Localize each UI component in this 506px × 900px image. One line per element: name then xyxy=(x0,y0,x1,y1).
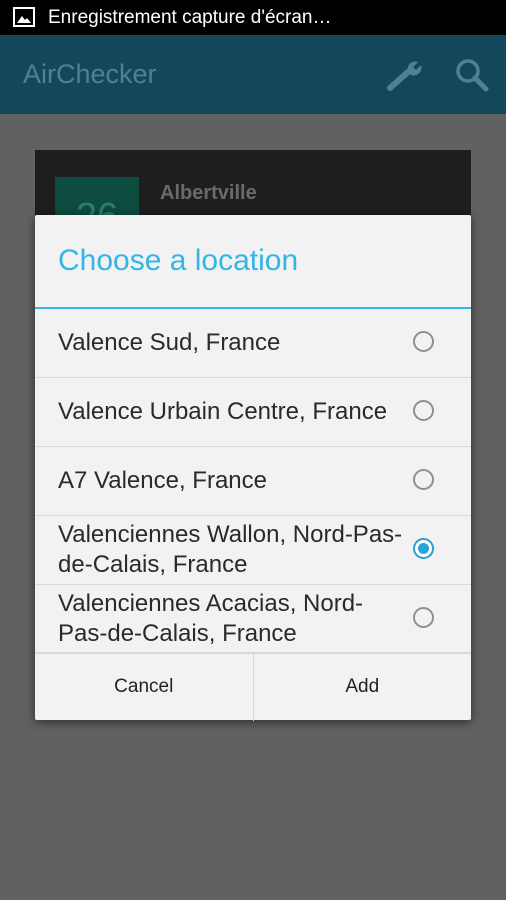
option-label: A7 Valence, France xyxy=(58,467,268,494)
search-icon xyxy=(456,59,489,92)
dialog-button-bar: Cancel Add xyxy=(35,652,471,721)
wrench-icon xyxy=(387,61,422,91)
option-label: Valenciennes Wallon, Nord-Pas-de-Calais,… xyxy=(58,521,403,578)
option-label: Valence Sud, France xyxy=(58,329,281,356)
status-bar: Enregistrement capture d'écran… xyxy=(0,0,506,35)
add-button[interactable]: Add xyxy=(252,653,472,721)
location-option[interactable]: Valence Sud, France xyxy=(35,309,471,378)
search-button[interactable] xyxy=(450,55,494,95)
app-bar: AirChecker xyxy=(0,35,506,114)
option-label: Valence Urbain Centre, France xyxy=(58,398,388,425)
radio-button[interactable] xyxy=(413,400,434,421)
radio-button[interactable] xyxy=(413,469,434,490)
cancel-button[interactable]: Cancel xyxy=(35,653,253,721)
image-icon xyxy=(13,7,35,27)
location-option[interactable]: Valence Urbain Centre, France xyxy=(35,378,471,447)
dialog-title: Choose a location xyxy=(58,244,299,277)
location-list: Valence Sud, France Valence Urbain Centr… xyxy=(35,309,471,654)
app-title: AirChecker xyxy=(23,59,157,89)
radio-button[interactable] xyxy=(413,607,434,628)
choose-location-dialog: Choose a location Valence Sud, France Va… xyxy=(35,215,471,721)
location-option[interactable]: A7 Valence, France xyxy=(35,447,471,516)
city-name: Albertville xyxy=(160,182,257,204)
notification-text: Enregistrement capture d'écran… xyxy=(48,7,332,28)
settings-button[interactable] xyxy=(384,55,428,95)
radio-button-selected[interactable] xyxy=(413,538,434,559)
location-option[interactable]: Valenciennes Wallon, Nord-Pas-de-Calais,… xyxy=(35,516,471,585)
location-option[interactable]: Valenciennes Acacias, Nord-Pas-de-Calais… xyxy=(35,585,471,654)
option-label: Valenciennes Acacias, Nord-Pas-de-Calais… xyxy=(58,590,364,647)
radio-button[interactable] xyxy=(413,331,434,352)
